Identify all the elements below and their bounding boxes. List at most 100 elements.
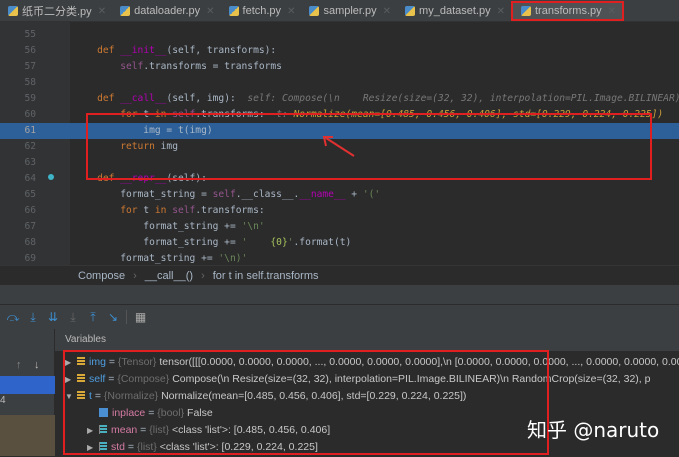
tab-sampler[interactable]: sampler.py ✕ xyxy=(301,0,397,22)
breadcrumb: Compose › __call__() › for t in self.transfo… xyxy=(0,265,679,285)
line-number[interactable]: 62 xyxy=(14,139,36,155)
tab-fetch[interactable]: fetch.py ✕ xyxy=(221,0,302,22)
code-token: for xyxy=(120,205,144,216)
code-token: self: Compose(\n Resize(size=(32, 32), i… xyxy=(247,93,679,104)
selected-frame[interactable] xyxy=(0,376,55,394)
close-icon[interactable]: ✕ xyxy=(383,6,391,17)
code-token: t xyxy=(143,205,155,216)
line-number[interactable]: 59 xyxy=(14,91,36,107)
tab-label: transforms.py xyxy=(534,5,602,17)
close-icon[interactable]: ✕ xyxy=(206,6,214,17)
override-marker-icon[interactable] xyxy=(48,174,54,180)
code-editor[interactable]: 55 56 def __init__(self, transforms): 57 s… xyxy=(0,22,679,265)
code-line[interactable]: 55 xyxy=(0,27,679,43)
line-number[interactable]: 56 xyxy=(14,43,36,59)
show-execution-point-icon[interactable]: ⤼ xyxy=(6,310,20,324)
evaluate-expression-icon[interactable]: ▦ xyxy=(126,310,148,324)
python-file-icon xyxy=(120,6,131,16)
code-text: format_string += '\n)' xyxy=(74,251,247,265)
code-line[interactable]: 65 format_string = self.__class__.__name… xyxy=(0,187,679,203)
code-token: .format(t) xyxy=(293,237,352,248)
code-token: .__class__. xyxy=(235,189,300,200)
code-token: .transforms: xyxy=(195,205,265,216)
line-number[interactable]: 66 xyxy=(14,203,36,219)
line-number[interactable]: 58 xyxy=(14,75,36,91)
close-icon[interactable]: ✕ xyxy=(497,6,505,17)
line-number[interactable]: 69 xyxy=(14,251,36,265)
annotation-highlight-box xyxy=(86,113,652,180)
force-step-into-icon[interactable]: ⤓ xyxy=(66,310,80,324)
code-line[interactable]: 56 def __init__(self, transforms): xyxy=(0,43,679,59)
breadcrumb-item[interactable]: __call__() xyxy=(145,270,193,282)
tab-my-dataset[interactable]: my_dataset.py ✕ xyxy=(397,0,511,22)
code-line[interactable]: 58 xyxy=(0,75,679,91)
code-token: '(' xyxy=(362,189,381,200)
code-token: ' xyxy=(241,237,271,248)
code-token: '\n)' xyxy=(218,253,248,264)
step-into-my-code-icon[interactable]: ⇊ xyxy=(46,310,60,324)
close-icon[interactable]: ✕ xyxy=(608,6,616,17)
arrow-up-icon[interactable]: ↑ xyxy=(16,359,22,371)
tab-label: 纸币二分类.py xyxy=(22,6,92,18)
run-to-cursor-icon[interactable]: ↘ xyxy=(106,310,120,324)
code-text: def __init__(self, transforms): xyxy=(74,43,276,59)
python-file-icon xyxy=(405,6,416,16)
code-line[interactable]: 66 for t in self.transforms: xyxy=(0,203,679,219)
line-number[interactable]: 68 xyxy=(14,235,36,251)
code-token: def xyxy=(97,45,121,56)
close-icon[interactable]: ✕ xyxy=(98,6,106,17)
code-line[interactable]: 68 format_string += ' {0}'.format(t) xyxy=(0,235,679,251)
line-number[interactable]: 57 xyxy=(14,59,36,75)
code-token: self xyxy=(120,61,144,72)
code-token: self xyxy=(212,189,236,200)
code-text: format_string += '\n' xyxy=(74,219,265,235)
close-icon[interactable]: ✕ xyxy=(287,6,295,17)
arrow-down-icon[interactable]: ↓ xyxy=(34,359,40,371)
breadcrumb-item[interactable]: for t in self.transforms xyxy=(213,270,319,282)
frames-panel: ↑ ↓ 4 xyxy=(0,329,55,456)
code-line[interactable]: 57 self.transforms = transforms xyxy=(0,59,679,75)
tab-label: dataloader.py xyxy=(134,5,201,17)
tab-dataloader[interactable]: dataloader.py ✕ xyxy=(112,0,220,22)
tab-label: sampler.py xyxy=(323,5,377,17)
code-line[interactable]: 69 format_string += '\n)' xyxy=(0,251,679,265)
python-file-icon xyxy=(520,6,531,16)
tab-file[interactable]: 纸币二分类.py ✕ xyxy=(0,0,112,22)
variables-header: Variables xyxy=(55,329,679,351)
python-file-icon xyxy=(8,6,18,16)
watermark: 知乎 @naruto xyxy=(527,418,660,442)
tab-transforms[interactable]: transforms.py ✕ xyxy=(510,1,625,21)
line-number[interactable]: 63 xyxy=(14,155,36,171)
code-token: __call__ xyxy=(120,93,167,104)
step-over-icon[interactable]: ⤓ xyxy=(26,310,40,324)
code-line[interactable]: 67 format_string += '\n' xyxy=(0,219,679,235)
tab-label: fetch.py xyxy=(242,5,282,17)
code-line[interactable]: 59 def __call__(self, img): self: Compos… xyxy=(0,91,679,107)
code-token: '\n' xyxy=(241,221,265,232)
line-number[interactable]: 60 xyxy=(14,107,36,123)
annotation-highlight-box xyxy=(63,350,549,455)
code-text: def __call__(self, img): self: Compose(\… xyxy=(74,91,679,107)
code-text: format_string = self.__class__.__name__ … xyxy=(74,187,380,203)
breadcrumb-item[interactable]: Compose xyxy=(78,270,125,282)
frame-item[interactable] xyxy=(0,415,55,456)
line-number[interactable]: 55 xyxy=(14,27,36,43)
code-token: .transforms = transforms xyxy=(143,61,282,72)
code-token: self xyxy=(172,205,196,216)
editor-tabs: 纸币二分类.py ✕ dataloader.py ✕ fetch.py ✕ sampl… xyxy=(0,0,679,22)
code-token: __init__ xyxy=(120,45,167,56)
line-number[interactable]: 65 xyxy=(14,187,36,203)
code-token: format_string += xyxy=(74,221,242,232)
code-text: format_string += ' {0}'.format(t) xyxy=(74,235,351,251)
line-number[interactable]: 64 xyxy=(14,171,36,187)
line-number[interactable]: 67 xyxy=(14,219,36,235)
debug-panel-header xyxy=(0,285,679,305)
code-text: for t in self.transforms: xyxy=(74,203,265,219)
python-file-icon xyxy=(309,6,320,16)
step-out-icon[interactable]: ⤒ xyxy=(86,310,100,324)
code-token: (self, img): xyxy=(166,93,248,104)
code-token: def xyxy=(97,93,121,104)
line-number[interactable]: 61 xyxy=(14,123,36,139)
frame-item[interactable]: 4 xyxy=(0,395,6,406)
